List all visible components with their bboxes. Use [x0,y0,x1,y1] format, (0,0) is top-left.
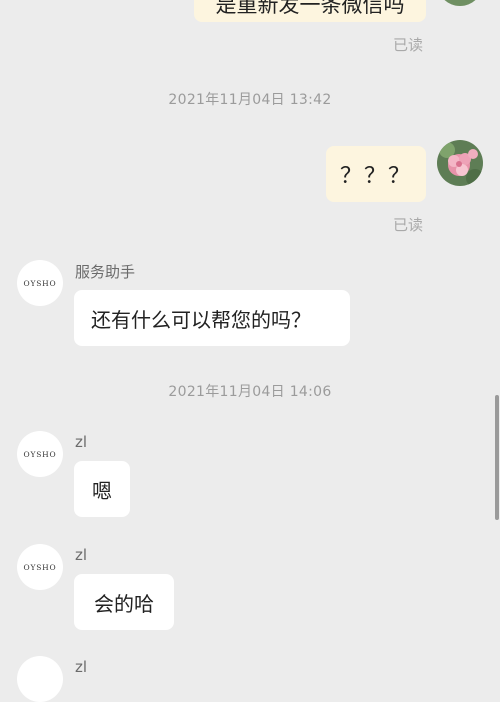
incoming-message-bubble[interactable]: 会的哈 [74,574,174,630]
flower-avatar-icon [437,0,483,6]
user-avatar[interactable] [437,0,483,6]
outgoing-message-bubble[interactable]: 是重新发一条微信吗 [194,0,426,22]
message-text: 嗯 [92,478,112,503]
sender-name: zl [75,658,88,676]
scrollbar-thumb[interactable] [495,395,499,520]
oysho-avatar[interactable]: OYSHO [17,544,63,590]
user-avatar[interactable] [437,140,483,186]
message-text: 会的哈 [94,591,154,616]
avatar-logo-text: OYSHO [23,562,57,572]
message-text: 还有什么可以帮您的吗？ [91,307,311,332]
read-status: 已读 [393,216,424,234]
oysho-avatar[interactable] [17,656,63,702]
oysho-avatar[interactable]: OYSHO [17,260,63,306]
flower-avatar-icon [437,140,483,186]
read-status: 已读 [393,36,424,54]
avatar-logo-text: OYSHO [23,278,57,288]
incoming-message-bubble[interactable]: 嗯 [74,461,130,517]
outgoing-message-bubble[interactable]: ？？？ [326,146,426,202]
sender-name: zl [75,546,88,564]
avatar-logo-text: OYSHO [23,449,57,459]
incoming-message-bubble[interactable]: 还有什么可以帮您的吗？ [74,290,350,346]
message-text: 是重新发一条微信吗 [215,0,405,17]
message-text: ？？？ [339,164,412,189]
sender-name: zl [75,433,88,451]
timestamp: 2021年11月04日 14:06 [168,384,332,400]
timestamp: 2021年11月04日 13:42 [168,92,332,108]
sender-name: 服务助手 [75,263,136,281]
oysho-avatar[interactable]: OYSHO [17,431,63,477]
